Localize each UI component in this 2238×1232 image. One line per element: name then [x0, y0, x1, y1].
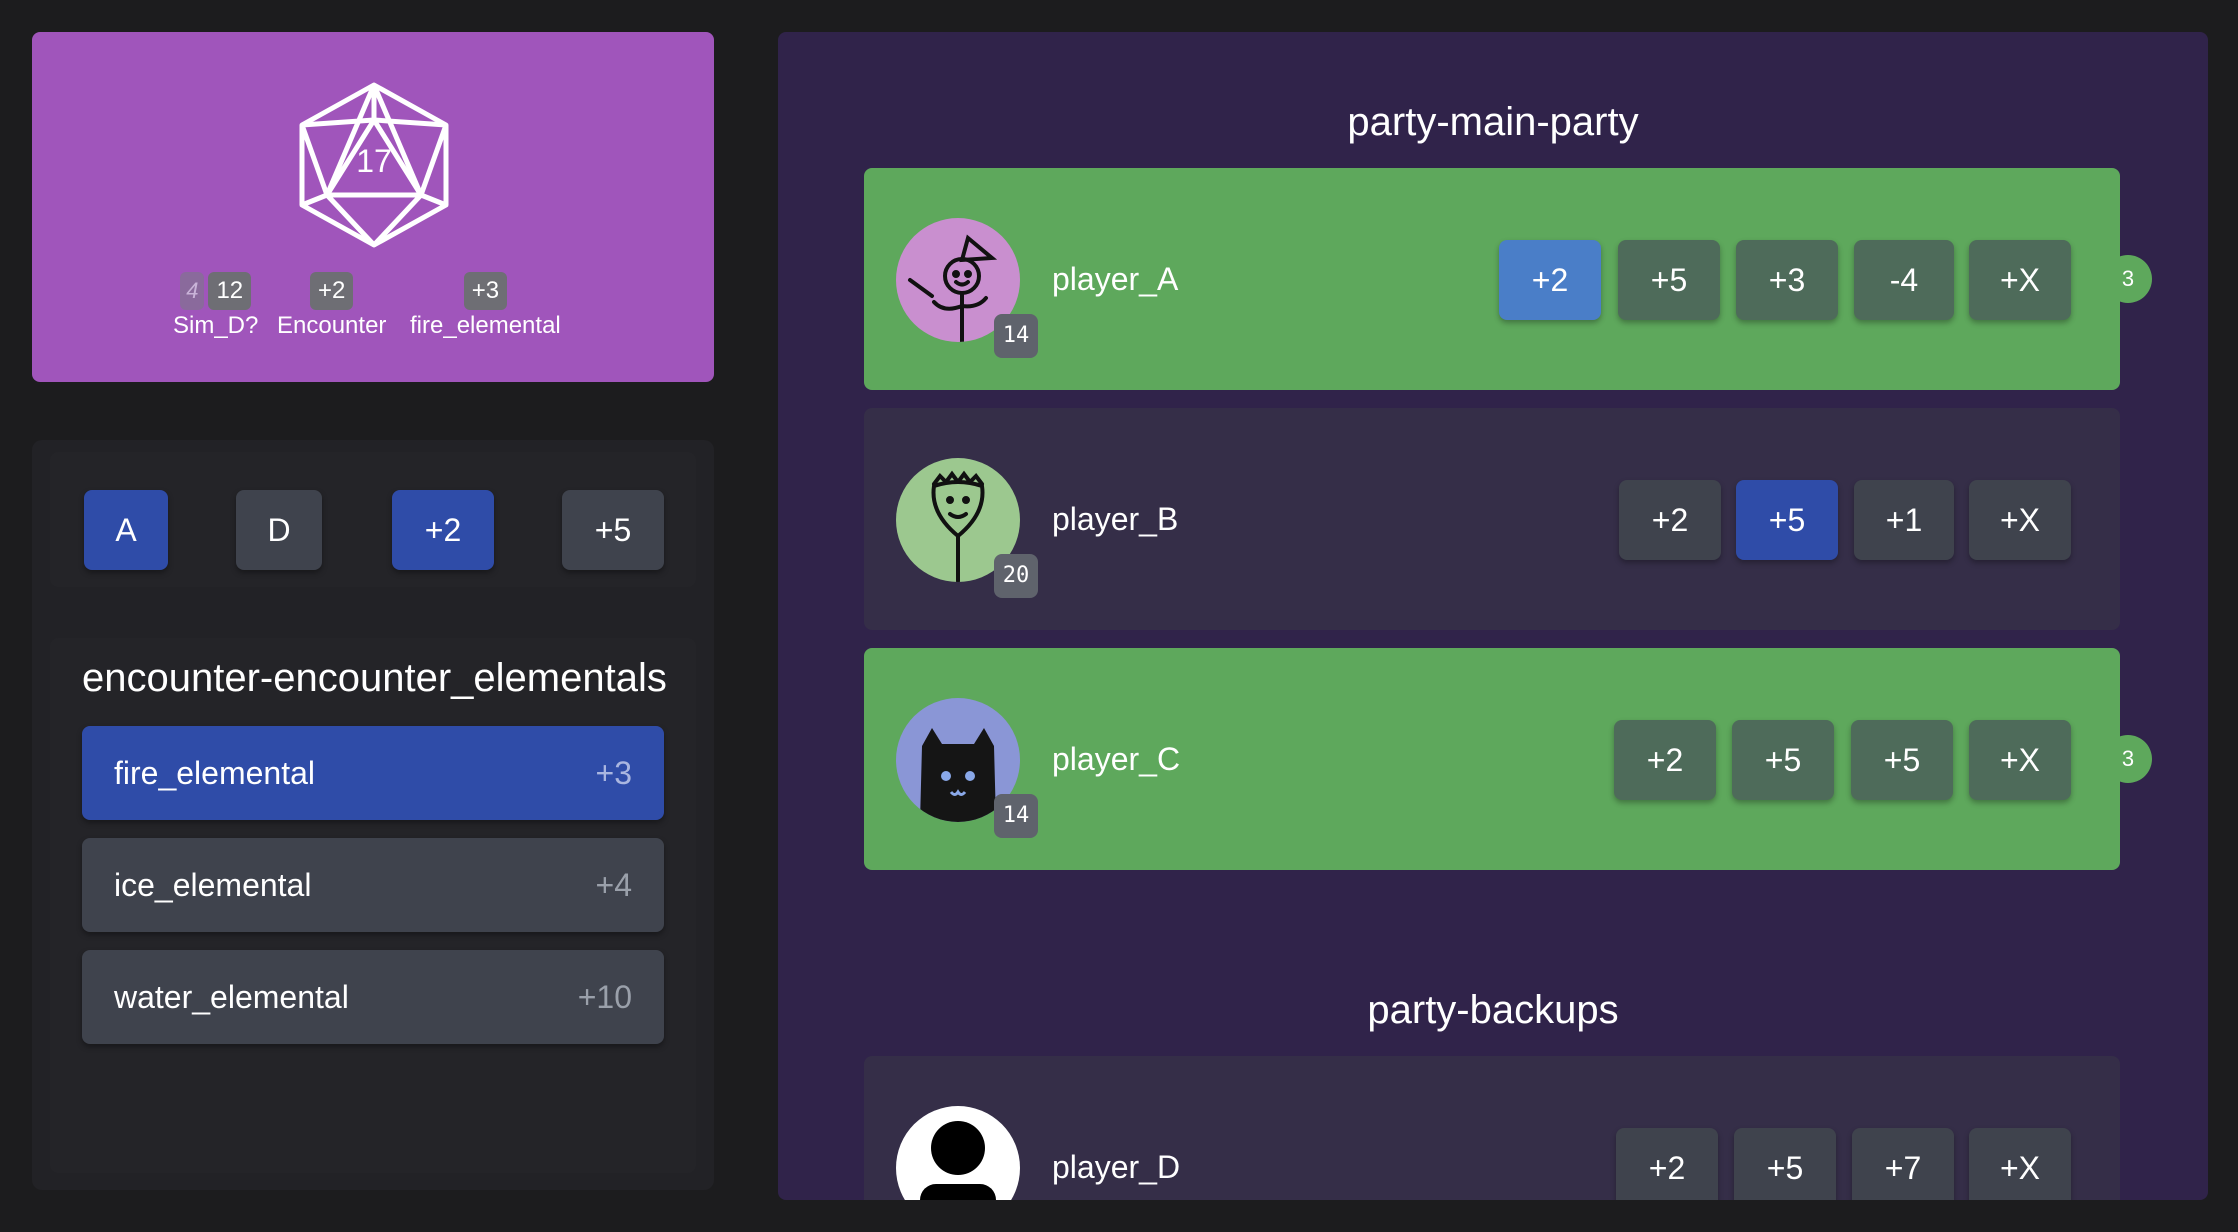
controls-panel: A D +2 +5 encounter-encounter_elementals… [32, 440, 714, 1190]
backups-party-title: party-backups [1367, 988, 1619, 1032]
player-card-a[interactable]: 14 player_A +2 +5 +3 -4 +X 3 [864, 168, 2152, 390]
stat-chip-faint: 4 [180, 272, 205, 310]
modifier-button[interactable]: +5 [1732, 720, 1834, 800]
enemy-name: water_elemental [114, 979, 349, 1015]
enemy-name: fire_elemental [114, 755, 315, 791]
custom-modifier-button[interactable]: +X [1969, 240, 2071, 320]
player-name: player_D [1052, 1149, 1181, 1185]
plus-five-button[interactable]: +5 [562, 490, 664, 570]
dice-roll-card[interactable]: 17 4 12 Sim_D? +2 Encounter +3 fire_eleme… [32, 32, 714, 382]
modifier-button[interactable]: +2 [1614, 720, 1716, 800]
stat-label: Encounter [277, 312, 387, 339]
enemy-item-ice-elemental[interactable]: ice_elemental +4 [82, 838, 664, 932]
modifier-button[interactable]: -4 [1854, 240, 1954, 320]
modifier-button[interactable]: +1 [1854, 480, 1954, 560]
player-level-badge: 14 [994, 794, 1038, 838]
enemy-modifier: +4 [595, 867, 632, 903]
enemy-item-fire-elemental[interactable]: fire_elemental +3 [82, 726, 664, 820]
main-party-title: party-main-party [1347, 100, 1639, 144]
d20-icon[interactable]: 17 [294, 80, 454, 250]
player-level-badge: 14 [994, 314, 1038, 358]
player-name: player_C [1052, 741, 1181, 777]
modifier-button[interactable]: +7 [1852, 1128, 1954, 1200]
player-card-d[interactable]: player_D +2 +5 +7 +X [864, 1056, 2120, 1200]
roll-count-badge: 3 [2104, 255, 2152, 303]
stat-chip: +3 [463, 272, 508, 310]
enemy-name: ice_elemental [114, 867, 312, 903]
modifier-button[interactable]: +5 [1618, 240, 1720, 320]
player-name: player_A [1052, 261, 1179, 297]
enemy-item-water-elemental[interactable]: water_elemental +10 [82, 950, 664, 1044]
stat-label: fire_elemental [410, 312, 561, 339]
disadvantage-button[interactable]: D [236, 490, 322, 570]
player-card-c[interactable]: 14 player_C +2 +5 +5 +X 3 [864, 648, 2152, 870]
encounter-title: encounter-encounter_elementals [82, 656, 667, 700]
player-card-b[interactable]: 20 player_B +2 +5 +1 +X [864, 408, 2120, 630]
modifier-button[interactable]: +2 [1499, 240, 1601, 320]
encounter-panel: encounter-encounter_elementals fire_elem… [50, 638, 696, 1173]
enemy-modifier: +10 [577, 979, 632, 1015]
plus-two-button[interactable]: +2 [392, 490, 494, 570]
player-d-avatar [896, 1106, 1020, 1200]
modifier-button[interactable]: +2 [1616, 1128, 1718, 1200]
custom-modifier-button[interactable]: +X [1969, 480, 2071, 560]
stat-chip: +2 [310, 272, 354, 310]
roll-count-badge: 3 [2104, 735, 2152, 783]
stat-encounter: +2 Encounter [277, 272, 386, 340]
stat-fire-elemental: +3 fire_elemental [410, 272, 561, 340]
player-name: player_B [1052, 501, 1179, 537]
modifier-button[interactable]: +5 [1736, 480, 1838, 560]
party-panel[interactable]: party-main-party 14 player_A +2 +5 +3 -4… [778, 32, 2208, 1200]
advantage-button[interactable]: A [84, 490, 168, 570]
modifier-button[interactable]: +5 [1851, 720, 1953, 800]
enemy-modifier: +3 [595, 755, 632, 791]
stat-chip: 12 [208, 272, 252, 310]
stat-sim-d: 4 12 Sim_D? [173, 272, 258, 340]
modifier-button[interactable]: +3 [1736, 240, 1838, 320]
custom-modifier-button[interactable]: +X [1969, 1128, 2071, 1200]
stat-label: Sim_D? [173, 312, 259, 339]
modifier-button[interactable]: +5 [1734, 1128, 1836, 1200]
player-level-badge: 20 [994, 554, 1038, 598]
custom-modifier-button[interactable]: +X [1969, 720, 2071, 800]
dice-face-value: 17 [356, 143, 392, 179]
modifier-button[interactable]: +2 [1619, 480, 1721, 560]
roll-control-bar: A D +2 +5 [50, 452, 696, 587]
